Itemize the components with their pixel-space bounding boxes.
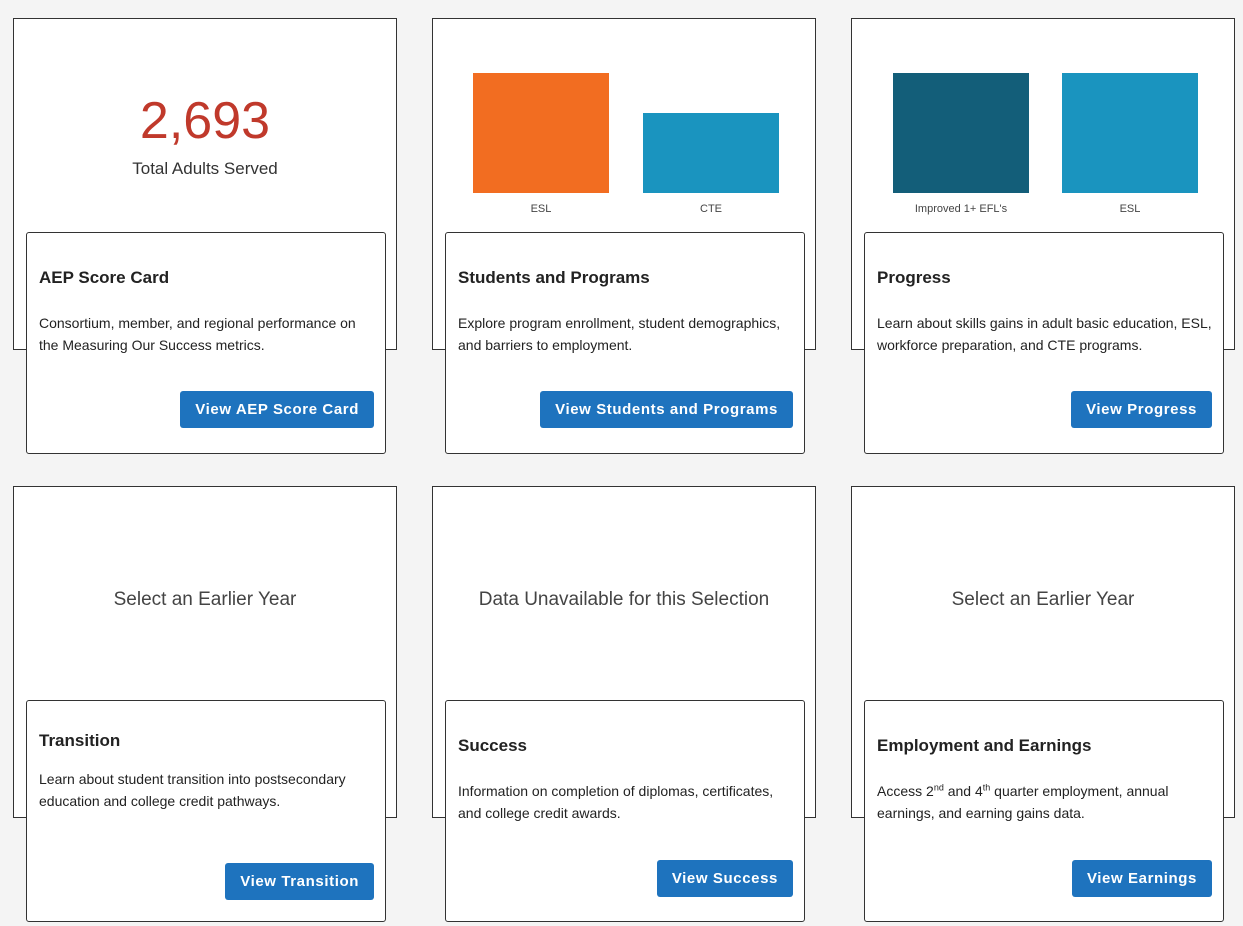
bar-label-esl: ESL bbox=[1119, 203, 1141, 215]
card-title: Progress bbox=[877, 268, 951, 287]
bar-esl bbox=[1062, 73, 1198, 193]
card-title: Transition bbox=[39, 731, 121, 750]
view-progress-button[interactable]: View Progress bbox=[1071, 391, 1212, 428]
view-earnings-button[interactable]: View Earnings bbox=[1071, 860, 1212, 897]
card-visual: Select an Earlier Year bbox=[852, 487, 1234, 701]
view-score-card-button[interactable]: View AEP Score Card bbox=[180, 391, 374, 428]
card-title: Success bbox=[458, 736, 527, 755]
card-visual: Select an Earlier Year bbox=[14, 487, 396, 701]
view-success-button[interactable]: View Success bbox=[656, 860, 793, 897]
card-description: Explore program enrollment, student demo… bbox=[458, 315, 781, 353]
total-adults-label: Total Adults Served bbox=[132, 159, 278, 178]
employment-earnings-card: Select an Earlier Year Employment and Ea… bbox=[851, 486, 1235, 922]
desc-text: Access 2 bbox=[877, 783, 934, 799]
card-description: Learn about student transition into post… bbox=[39, 771, 346, 809]
card-description: Information on completion of diplomas, c… bbox=[458, 783, 774, 821]
card-visual: Data Unavailable for this Selection bbox=[433, 487, 815, 701]
select-earlier-year-message: Select an Earlier Year bbox=[951, 589, 1135, 610]
desc-superscript: nd bbox=[933, 782, 944, 793]
transition-card: Select an Earlier Year Transition Learn … bbox=[13, 486, 397, 922]
card-info-panel: AEP Score Card Consortium, member, and r… bbox=[26, 232, 386, 454]
bar-label-improved-efl: Improved 1+ EFL's bbox=[914, 203, 1008, 215]
card-title: Students and Programs bbox=[458, 268, 650, 287]
card-info-panel: Employment and Earnings Access 2nd and 4… bbox=[864, 700, 1224, 922]
card-visual: Improved 1+ EFL's ESL bbox=[852, 19, 1234, 233]
card-visual: ESL CTE bbox=[433, 19, 815, 233]
card-title: AEP Score Card bbox=[39, 268, 170, 287]
card-description: Consortium, member, and regional perform… bbox=[39, 315, 356, 353]
view-students-programs-button[interactable]: View Students and Programs bbox=[540, 391, 793, 428]
card-info-panel: Progress Learn about skills gains in adu… bbox=[864, 232, 1224, 454]
total-adults-value: 2,693 bbox=[139, 92, 271, 150]
card-info-panel: Students and Programs Explore program en… bbox=[445, 232, 805, 454]
progress-card: Improved 1+ EFL's ESL Progress Learn abo… bbox=[851, 18, 1235, 454]
bar-label-cte: CTE bbox=[700, 203, 722, 215]
bar-cte bbox=[643, 112, 779, 193]
success-card: Data Unavailable for this Selection Succ… bbox=[432, 486, 816, 922]
students-programs-card: ESL CTE Students and Programs Explore pr… bbox=[432, 18, 816, 454]
card-title: Employment and Earnings bbox=[877, 736, 1092, 755]
select-earlier-year-message: Select an Earlier Year bbox=[113, 589, 297, 610]
data-unavailable-message: Data Unavailable for this Selection bbox=[478, 589, 770, 610]
card-description: Learn about skills gains in adult basic … bbox=[877, 315, 1212, 353]
card-info-panel: Success Information on completion of dip… bbox=[445, 700, 805, 922]
card-info-panel: Transition Learn about student transitio… bbox=[26, 700, 386, 922]
bar-improved-efl bbox=[893, 73, 1029, 193]
desc-text: and 4 bbox=[943, 783, 983, 799]
view-transition-button[interactable]: View Transition bbox=[225, 863, 374, 900]
bar-esl bbox=[473, 73, 609, 193]
bar-label-esl: ESL bbox=[530, 203, 552, 215]
score-card-card: 2,693 Total Adults Served AEP Score Card… bbox=[13, 18, 397, 454]
card-description: Access 2nd and 4th quarter employment, a… bbox=[877, 780, 1213, 824]
card-visual: 2,693 Total Adults Served bbox=[14, 19, 396, 233]
